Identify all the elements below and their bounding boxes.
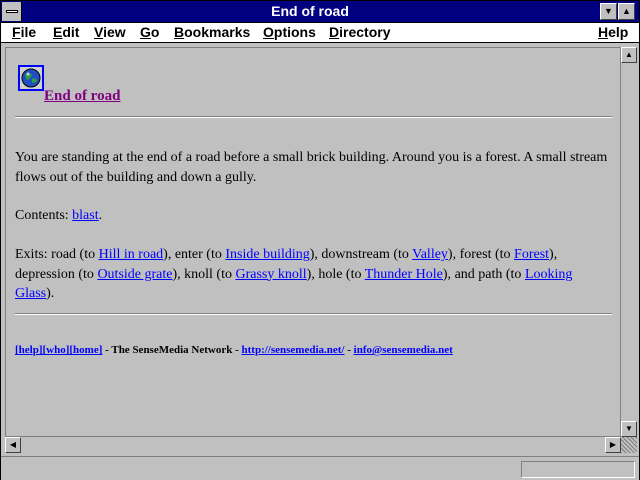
scroll-left-button[interactable]: ◀ — [5, 437, 21, 453]
exit-text: hole (to — [318, 266, 365, 282]
status-progress-field — [521, 461, 635, 478]
menu-go-label: o — [150, 24, 160, 40]
globe-icon[interactable] — [18, 65, 44, 91]
contents-end: . — [98, 208, 103, 223]
exit-text: depression (to — [15, 266, 98, 282]
exit-link-hill-in-road[interactable]: Hill in road — [99, 247, 164, 262]
exit-link-forest[interactable]: Forest — [514, 247, 549, 262]
menu-directory-mnemonic: D — [329, 24, 340, 40]
scroll-right-button[interactable]: ▶ — [605, 437, 621, 453]
exit-text: enter (to — [174, 247, 226, 262]
footer: [help][who][home] - The SenseMedia Netwo… — [15, 344, 453, 356]
menu-bookmarks-mnemonic: B — [174, 24, 185, 40]
footer-help-link[interactable]: [help] — [15, 344, 43, 356]
exit-text: forest (to — [459, 247, 515, 262]
resize-grip-icon[interactable] — [621, 437, 637, 453]
contents-label: Contents: — [15, 208, 73, 223]
footer-separator: - — [344, 344, 354, 356]
menu-directory-label: irectory — [339, 24, 391, 40]
menu-go[interactable]: Go — [140, 24, 159, 41]
exit-text: ), — [549, 247, 558, 262]
footer-email-link[interactable]: info@sensemedia.net — [354, 344, 453, 356]
footer-url-link[interactable]: http://sensemedia.net/ — [242, 344, 345, 356]
arrow-up-icon: ▲ — [625, 50, 633, 59]
menu-view-mnemonic: V — [94, 24, 104, 40]
exit-link-outside-grate[interactable]: Outside grate — [97, 267, 172, 282]
status-bar — [1, 456, 639, 480]
minimize-button[interactable]: ▼ — [600, 3, 617, 20]
menu-view[interactable]: View — [94, 24, 126, 41]
menu-bookmarks-label: ookmarks — [184, 24, 251, 40]
contents-link-blast[interactable]: blast — [72, 208, 98, 223]
vertical-scrollbar[interactable]: ▲ ▼ — [621, 47, 637, 437]
triangle-up-icon: ▲ — [622, 6, 631, 16]
exit-link-valley[interactable]: Valley — [412, 247, 448, 262]
exit-text: ), — [447, 247, 460, 262]
exit-link-thunder-hole[interactable]: Thunder Hole — [365, 267, 443, 282]
menu-directory[interactable]: Directory — [329, 24, 390, 41]
exit-text: Exits: road (to — [15, 247, 99, 262]
menu-file-mnemonic: F — [12, 24, 21, 40]
exit-text: and path (to — [454, 266, 525, 282]
arrow-down-icon: ▼ — [625, 424, 633, 433]
footer-home-link[interactable]: [home] — [69, 344, 102, 356]
exit-text: knoll (to — [184, 266, 236, 282]
menu-options-label: ptions — [273, 24, 316, 40]
menu-help-mnemonic: H — [598, 24, 609, 40]
exit-text: ), — [306, 266, 319, 282]
exit-link-grassy-knoll[interactable]: Grassy knoll — [235, 267, 306, 282]
triangle-down-icon: ▼ — [604, 6, 613, 16]
exit-link-inside-building[interactable]: Inside building — [225, 247, 309, 262]
divider-bottom — [15, 313, 612, 315]
menu-help-label: elp — [608, 24, 629, 40]
horizontal-scrollbar[interactable]: ◀ ▶ — [5, 437, 621, 453]
system-menu-button[interactable] — [2, 2, 22, 21]
exit-text: ), — [442, 266, 455, 282]
footer-who-link[interactable]: [who] — [43, 344, 70, 356]
exit-text: ). — [46, 286, 55, 301]
contents-line: Contents: blast. — [15, 206, 613, 226]
window-title: End of road — [271, 3, 349, 19]
title-bar: End of road ▼ ▲ — [1, 1, 639, 23]
divider-top — [15, 116, 612, 118]
system-menu-icon — [6, 10, 18, 13]
document-view[interactable]: End of road You are standing at the end … — [5, 47, 621, 437]
menu-options[interactable]: Options — [263, 24, 316, 41]
exit-text: ), — [309, 247, 322, 262]
menu-bar: File Edit View Go Bookmarks Options Dire… — [1, 23, 639, 43]
menu-edit[interactable]: Edit — [53, 24, 79, 41]
arrow-right-icon: ▶ — [609, 440, 617, 449]
maximize-button[interactable]: ▲ — [618, 3, 635, 20]
exit-text: ), — [172, 266, 185, 282]
scroll-up-button[interactable]: ▲ — [621, 47, 637, 63]
menu-edit-mnemonic: E — [53, 24, 63, 40]
menu-options-mnemonic: O — [263, 24, 274, 40]
menu-edit-label: dit — [62, 24, 80, 40]
menu-help[interactable]: Help — [598, 24, 628, 41]
exit-text: ), — [163, 247, 175, 262]
exit-text: downstream (to — [321, 247, 413, 262]
menu-file[interactable]: File — [12, 24, 36, 41]
exits-paragraph: Exits: road (to Hill in road), enter (to… — [15, 245, 613, 304]
browser-window: End of road ▼ ▲ File Edit View Go Bookma… — [0, 0, 640, 480]
room-description: You are standing at the end of a road be… — [15, 150, 608, 185]
menu-file-label: ile — [20, 24, 37, 40]
scroll-down-button[interactable]: ▼ — [621, 421, 637, 437]
menu-view-label: iew — [103, 24, 126, 40]
menu-go-mnemonic: G — [140, 24, 151, 40]
menu-bookmarks[interactable]: Bookmarks — [174, 24, 250, 41]
arrow-left-icon: ◀ — [9, 440, 17, 449]
footer-network-text: - The SenseMedia Network - — [102, 344, 242, 356]
page-title-link[interactable]: End of road — [44, 88, 120, 105]
